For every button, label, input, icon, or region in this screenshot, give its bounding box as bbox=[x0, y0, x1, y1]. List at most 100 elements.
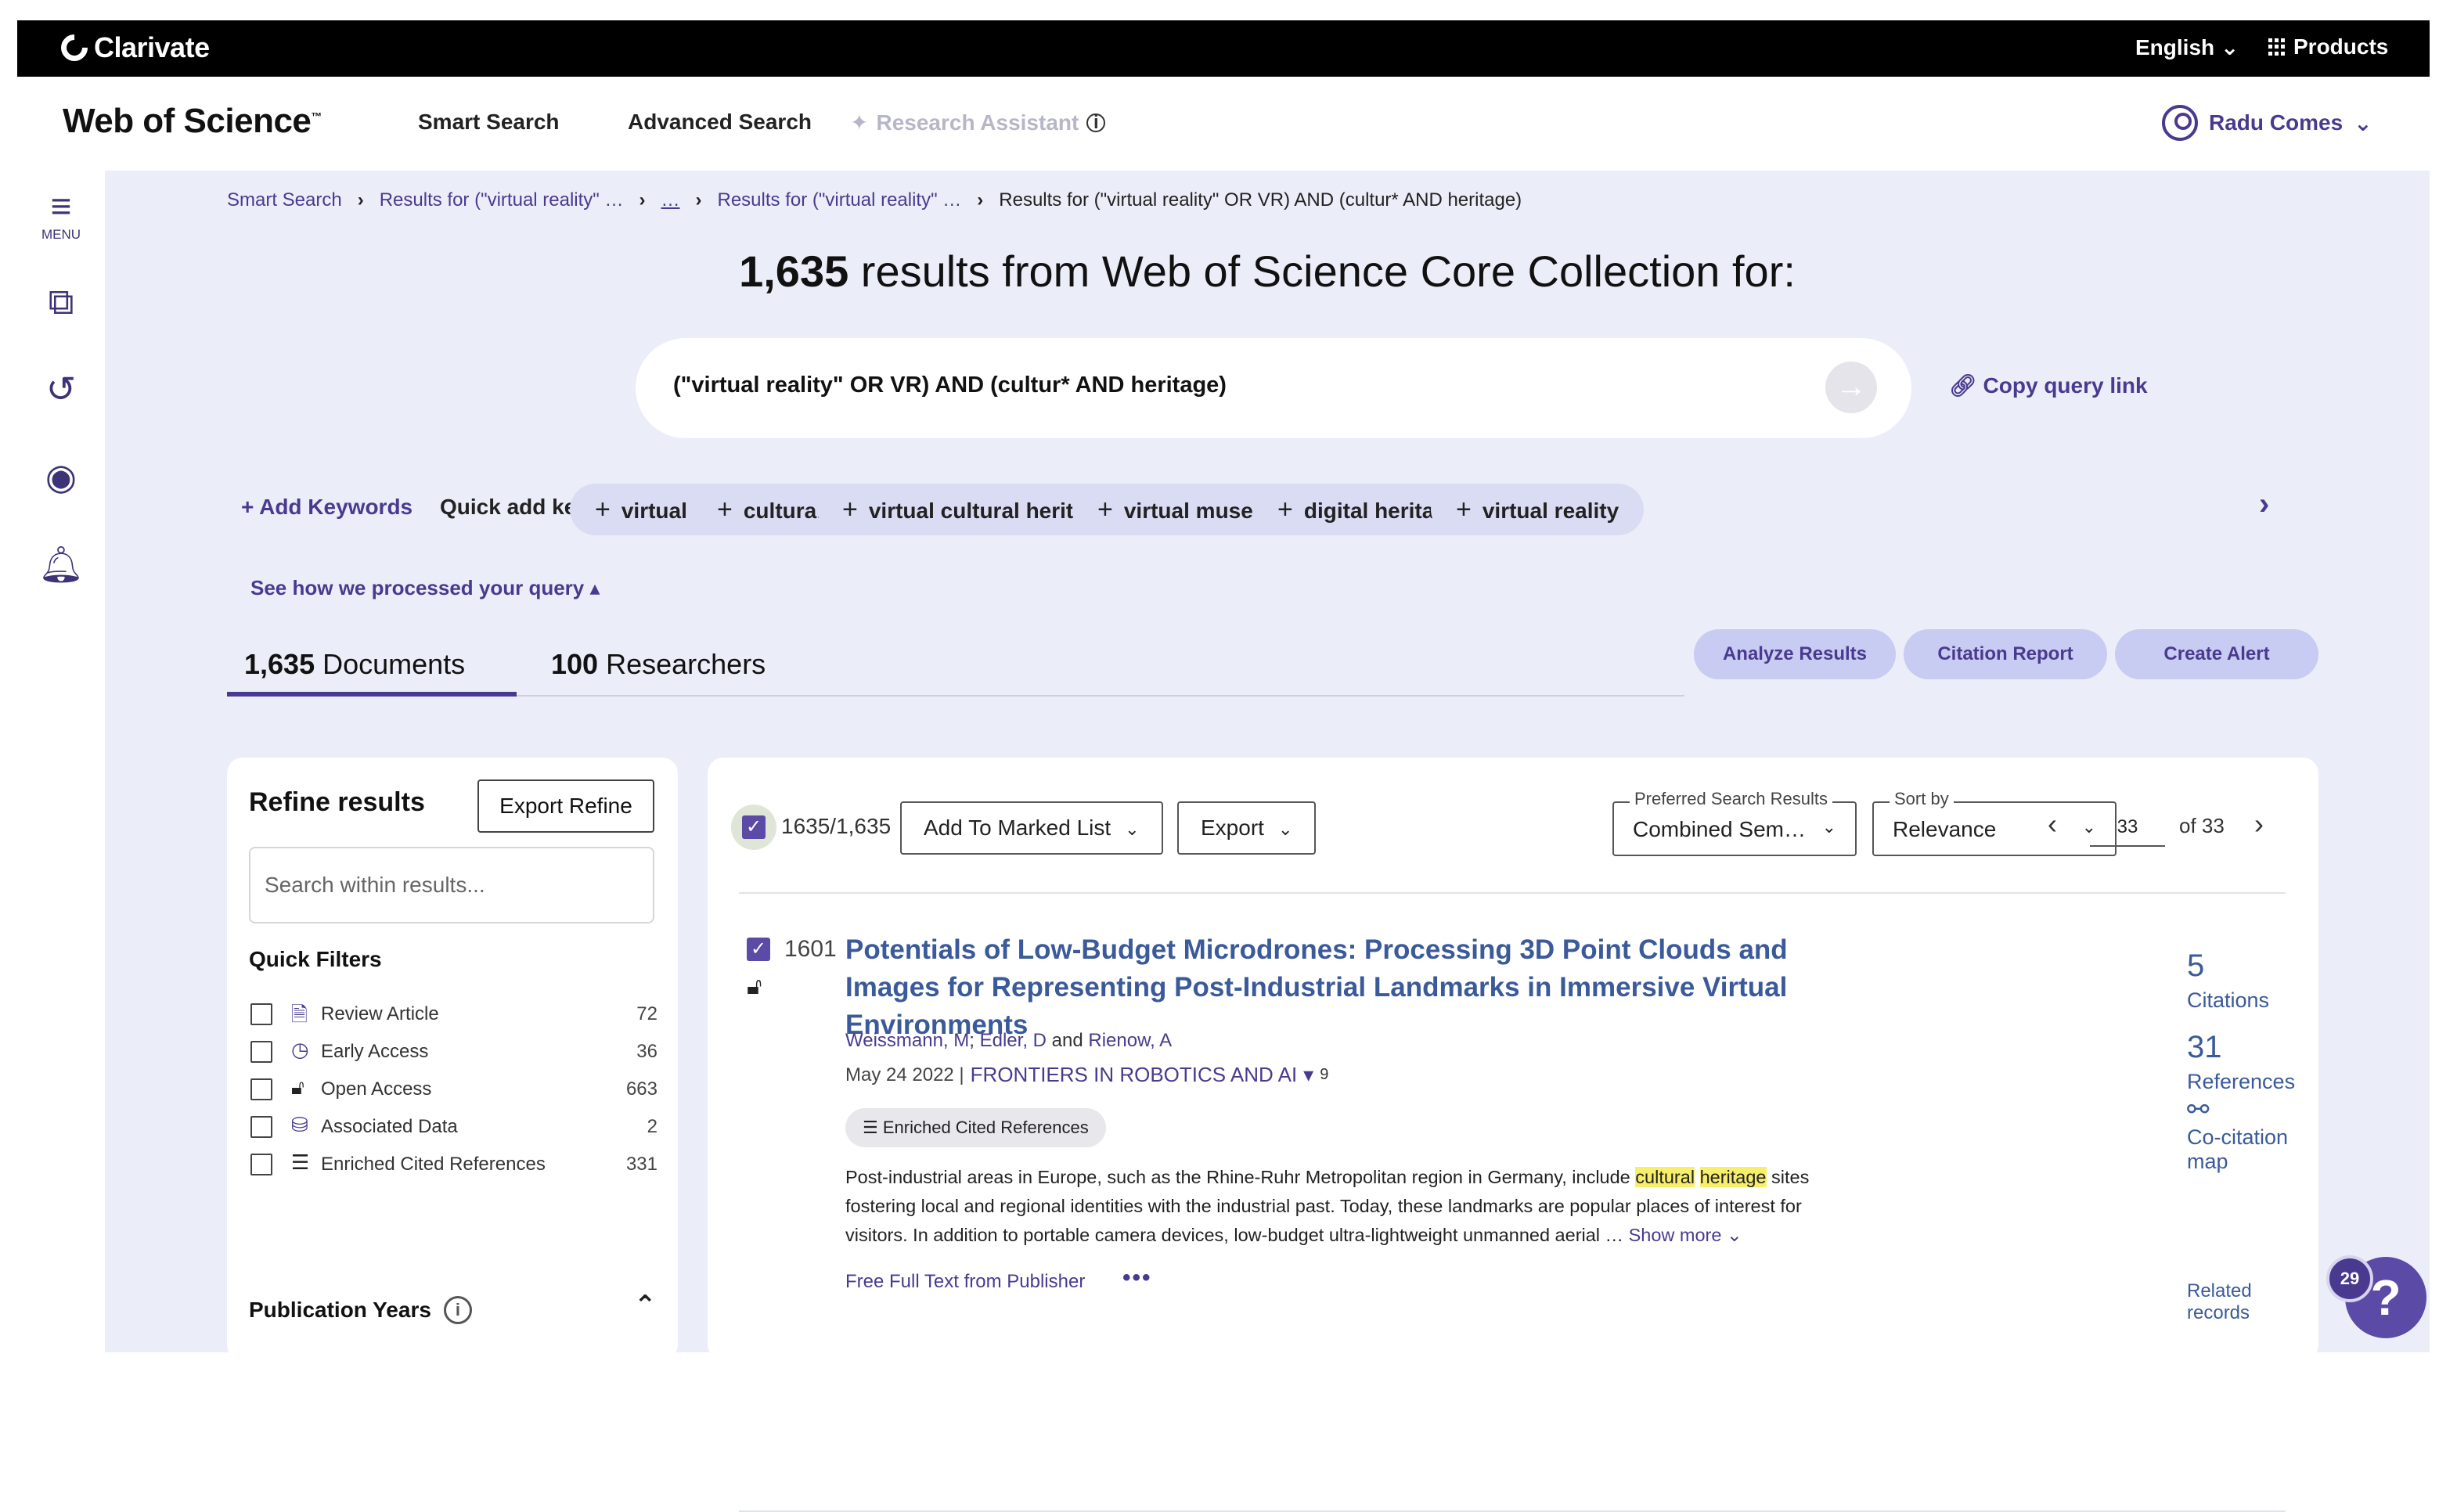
quick-filter-review-article[interactable]: 🗎︎ Review Article 72 bbox=[250, 999, 657, 1030]
main-content: Smart Search › Results for ("virtual real… bbox=[105, 171, 2430, 1512]
profile-button[interactable]: ◉ bbox=[17, 459, 105, 495]
record-checkbox[interactable]: ✓ bbox=[747, 938, 770, 961]
research-assistant-label: Research Assistant bbox=[876, 110, 1079, 135]
chevron-down-icon: ⌄ bbox=[1821, 817, 1836, 837]
page-number-input[interactable]: 33 bbox=[2090, 809, 2165, 847]
references-metric[interactable]: 31 References bbox=[2187, 1030, 2295, 1094]
checkbox[interactable] bbox=[250, 1078, 272, 1100]
checkbox[interactable] bbox=[250, 1003, 272, 1025]
previous-page-button[interactable]: ‹ bbox=[2048, 808, 2057, 841]
record-title[interactable]: Potentials of Low-Budget Microdrones: Pr… bbox=[845, 931, 1886, 1044]
checkbox[interactable] bbox=[250, 1154, 272, 1175]
chevron-right-icon[interactable]: › bbox=[2259, 487, 2269, 522]
author-link[interactable]: Edler, D bbox=[980, 1030, 1047, 1051]
filter-label: Early Access bbox=[321, 1041, 429, 1062]
co-citation-label: Co-citation map bbox=[2187, 1125, 2289, 1173]
processed-query-link[interactable]: See how we processed your query ▴ bbox=[250, 576, 600, 600]
nav-advanced-search[interactable]: Advanced Search bbox=[628, 110, 812, 135]
sort-by-select[interactable]: Sort by Relevance ⌄ bbox=[1872, 789, 2117, 856]
analyze-results-button[interactable]: Analyze Results bbox=[1694, 629, 1896, 679]
show-more-label: Show more bbox=[1628, 1225, 1722, 1245]
user-menu[interactable]: Radu Comes ⌄ bbox=[2162, 105, 2372, 141]
filter-count: 663 bbox=[625, 1078, 657, 1100]
notification-badge: 29 bbox=[2326, 1255, 2373, 1302]
nav-research-assistant[interactable]: ✦ Research Assistant i bbox=[850, 110, 1106, 135]
marked-list-button[interactable]: ⧉ bbox=[17, 283, 105, 319]
tab-count: 1,635 bbox=[244, 648, 315, 680]
copy-query-link[interactable]: 🔗︎ Copy query link bbox=[1949, 373, 2148, 398]
breadcrumb: Smart Search › Results for ("virtual real… bbox=[227, 189, 1522, 211]
profile-icon: ◉ bbox=[45, 456, 77, 497]
caret-down-icon[interactable]: ▾ bbox=[1303, 1063, 1313, 1087]
citation-report-button[interactable]: Citation Report bbox=[1904, 629, 2107, 679]
menu-button[interactable]: ≡ MENU bbox=[17, 188, 105, 243]
author-link[interactable]: Weissmann, M bbox=[845, 1030, 969, 1051]
info-icon[interactable]: i bbox=[443, 1296, 472, 1324]
preferred-results-select[interactable]: Preferred Search Results Combined Sem… ⌄ bbox=[1612, 789, 1857, 856]
nav-smart-search[interactable]: Smart Search bbox=[418, 110, 560, 135]
products-label: Products bbox=[2293, 34, 2389, 59]
record-number: 1601 bbox=[784, 936, 837, 962]
filter-count: 72 bbox=[636, 1003, 657, 1024]
breadcrumb-item[interactable]: Results for ("virtual reality" … bbox=[380, 189, 624, 211]
arrow-right-icon[interactable]: → bbox=[1825, 362, 1877, 413]
query-box[interactable]: ("virtual reality" OR VR) AND (cultur* A… bbox=[636, 338, 1911, 438]
trademark: ™ bbox=[311, 110, 322, 123]
co-citation-map-link[interactable]: ⚯ Co-citation map bbox=[2187, 1094, 2318, 1174]
marked-list-icon: ⧉ bbox=[48, 281, 74, 322]
create-alert-button[interactable]: Create Alert bbox=[2115, 629, 2318, 679]
checkbox[interactable] bbox=[250, 1041, 272, 1063]
free-full-text-link[interactable]: Free Full Text from Publisher bbox=[845, 1271, 1085, 1293]
tab-documents[interactable]: 1,635 Documents bbox=[244, 648, 465, 681]
record-authors: Weissmann, M; Edler, D and Rienow, A bbox=[845, 1030, 1172, 1052]
top-bar: Clarivate English ⌄ Products bbox=[17, 20, 2430, 77]
language-selector[interactable]: English ⌄ bbox=[2135, 34, 2239, 60]
search-within-input[interactable]: Search within results... bbox=[249, 847, 654, 923]
clarivate-logo[interactable]: Clarivate bbox=[55, 28, 210, 67]
export-refine-button[interactable]: Export Refine bbox=[477, 779, 654, 833]
citations-label: Citations bbox=[2187, 988, 2270, 1012]
keyword-chip[interactable]: virtual reality bbox=[1431, 484, 1645, 535]
show-more-link[interactable]: Show more ⌄ bbox=[1629, 1225, 1742, 1245]
quick-filter-enriched-references[interactable]: ☰ Enriched Cited References 331 bbox=[250, 1149, 657, 1180]
journal-link[interactable]: FRONTIERS IN ROBOTICS AND AI bbox=[971, 1063, 1298, 1087]
active-tab-indicator bbox=[227, 692, 517, 697]
lock-icon: 🔓︎ bbox=[747, 974, 762, 999]
add-keywords-button[interactable]: + Add Keywords bbox=[241, 495, 413, 520]
add-keywords-label: Add Keywords bbox=[259, 495, 413, 519]
info-icon[interactable]: i bbox=[1086, 113, 1106, 132]
chevron-up-icon[interactable]: ⌃ bbox=[634, 1290, 657, 1321]
export-button[interactable]: Export ⌄ bbox=[1177, 801, 1317, 855]
author-link[interactable]: Rienow, A bbox=[1088, 1030, 1172, 1051]
breadcrumb-item[interactable]: Smart Search bbox=[227, 189, 342, 211]
highlight: cultural bbox=[1635, 1167, 1695, 1187]
add-to-marked-list-button[interactable]: Add To Marked List ⌄ bbox=[900, 801, 1163, 855]
quick-filter-associated-data[interactable]: ⛁ Associated Data 2 bbox=[250, 1111, 657, 1143]
enriched-references-badge[interactable]: ☰ Enriched Cited References bbox=[845, 1108, 1106, 1147]
checkbox[interactable] bbox=[250, 1116, 272, 1138]
quick-filter-early-access[interactable]: ◷ Early Access 36 bbox=[250, 1036, 657, 1067]
wos-logo[interactable]: Web of Science™ bbox=[63, 102, 322, 141]
history-button[interactable]: ↺ bbox=[17, 371, 105, 407]
result-tabs: 1,635 Documents 100 Researchers bbox=[227, 645, 1684, 697]
unlock-icon: 🔓︎ bbox=[291, 1075, 304, 1099]
quick-filter-open-access[interactable]: 🔓︎ Open Access 663 bbox=[250, 1074, 657, 1105]
brand-name: Clarivate bbox=[94, 31, 210, 63]
citations-metric[interactable]: 5 Citations bbox=[2187, 949, 2269, 1013]
language-label: English bbox=[2135, 35, 2215, 59]
tab-researchers[interactable]: 100 Researchers bbox=[551, 648, 766, 681]
products-menu[interactable]: Products bbox=[2268, 34, 2388, 59]
chevron-right-icon: › bbox=[977, 189, 984, 211]
export-label: Export bbox=[1201, 815, 1264, 840]
next-page-button[interactable]: › bbox=[2254, 808, 2264, 841]
related-records-link[interactable]: Related records bbox=[2187, 1280, 2318, 1324]
breadcrumb-item[interactable]: Results for ("virtual reality" … bbox=[718, 189, 962, 211]
publication-years-header[interactable]: Publication Years i bbox=[249, 1296, 472, 1324]
breadcrumb-ellipsis[interactable]: … bbox=[661, 189, 680, 211]
link-icon: 🔗︎ bbox=[1949, 373, 1977, 398]
alerts-button[interactable]: 🔔︎ bbox=[17, 546, 105, 582]
query-text[interactable]: ("virtual reality" OR VR) AND (cultur* A… bbox=[673, 373, 1227, 398]
more-options-icon[interactable]: ••• bbox=[1122, 1265, 1152, 1291]
select-all-checkbox[interactable]: ✓ bbox=[731, 805, 776, 850]
left-rail: ≡ MENU ⧉ ↺ ◉ 🔔︎ bbox=[17, 171, 105, 1352]
